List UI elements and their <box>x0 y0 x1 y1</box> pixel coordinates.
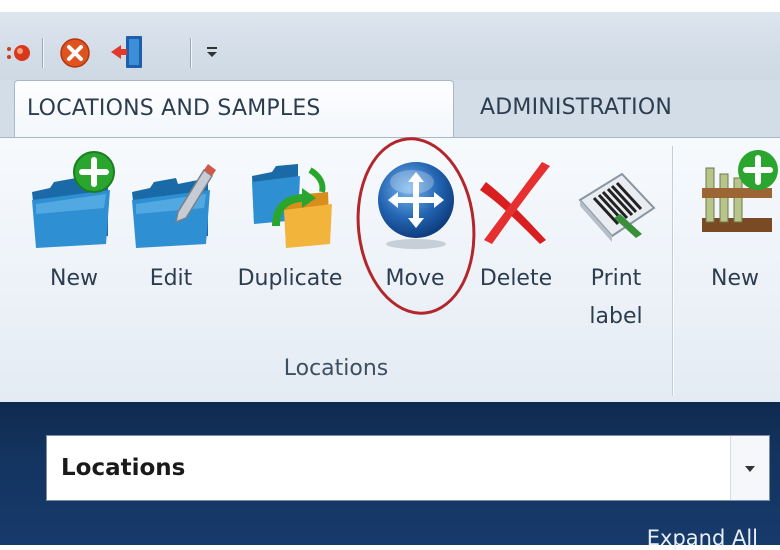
delete-button-label: Delete <box>479 266 553 291</box>
duplicate-button-label: Duplicate <box>237 266 343 291</box>
navigation-panel: Locations Expand All <box>0 402 780 550</box>
tab-locations-and-samples[interactable]: LOCATIONS AND SAMPLES <box>14 80 454 139</box>
print-label-button-label: Print label <box>589 266 643 329</box>
ribbon-tabs: LOCATIONS AND SAMPLES ADMINISTRATION <box>0 80 780 139</box>
locations-dropdown-value: Locations <box>61 455 186 481</box>
delete-location-button[interactable]: Delete <box>466 148 566 348</box>
sample-rack-add-icon <box>696 148 780 252</box>
barcode-label-icon <box>574 160 658 254</box>
folder-duplicate-icon <box>246 148 338 252</box>
exit-door-icon[interactable] <box>108 32 148 72</box>
close-icon[interactable] <box>58 36 92 70</box>
new-button-label: New <box>50 266 98 291</box>
tab-administration[interactable]: ADMINISTRATION <box>468 80 684 136</box>
new-sample-button[interactable]: New <box>690 148 780 348</box>
folder-add-icon <box>28 148 120 252</box>
chevron-down-icon[interactable] <box>730 436 769 500</box>
group-label-locations: Locations <box>283 356 389 381</box>
locations-dropdown[interactable]: Locations <box>46 435 770 501</box>
record-icon[interactable] <box>6 40 32 66</box>
quick-access-toolbar <box>0 12 780 80</box>
folder-edit-icon <box>128 148 216 252</box>
qat-separator <box>42 38 44 68</box>
new-location-button[interactable]: New <box>24 148 124 348</box>
duplicate-location-button[interactable]: Duplicate <box>224 148 356 348</box>
customize-dropdown-icon[interactable] <box>204 42 222 62</box>
new-sample-button-label: New <box>711 266 759 291</box>
qat-separator <box>190 38 192 68</box>
edit-location-button[interactable]: Edit <box>126 148 216 348</box>
edit-button-label: Edit <box>149 266 193 291</box>
delete-x-icon <box>476 160 556 254</box>
print-label-button[interactable]: Print label <box>566 148 666 348</box>
group-separator <box>672 146 674 396</box>
expand-all-link[interactable]: Expand All <box>647 526 758 550</box>
